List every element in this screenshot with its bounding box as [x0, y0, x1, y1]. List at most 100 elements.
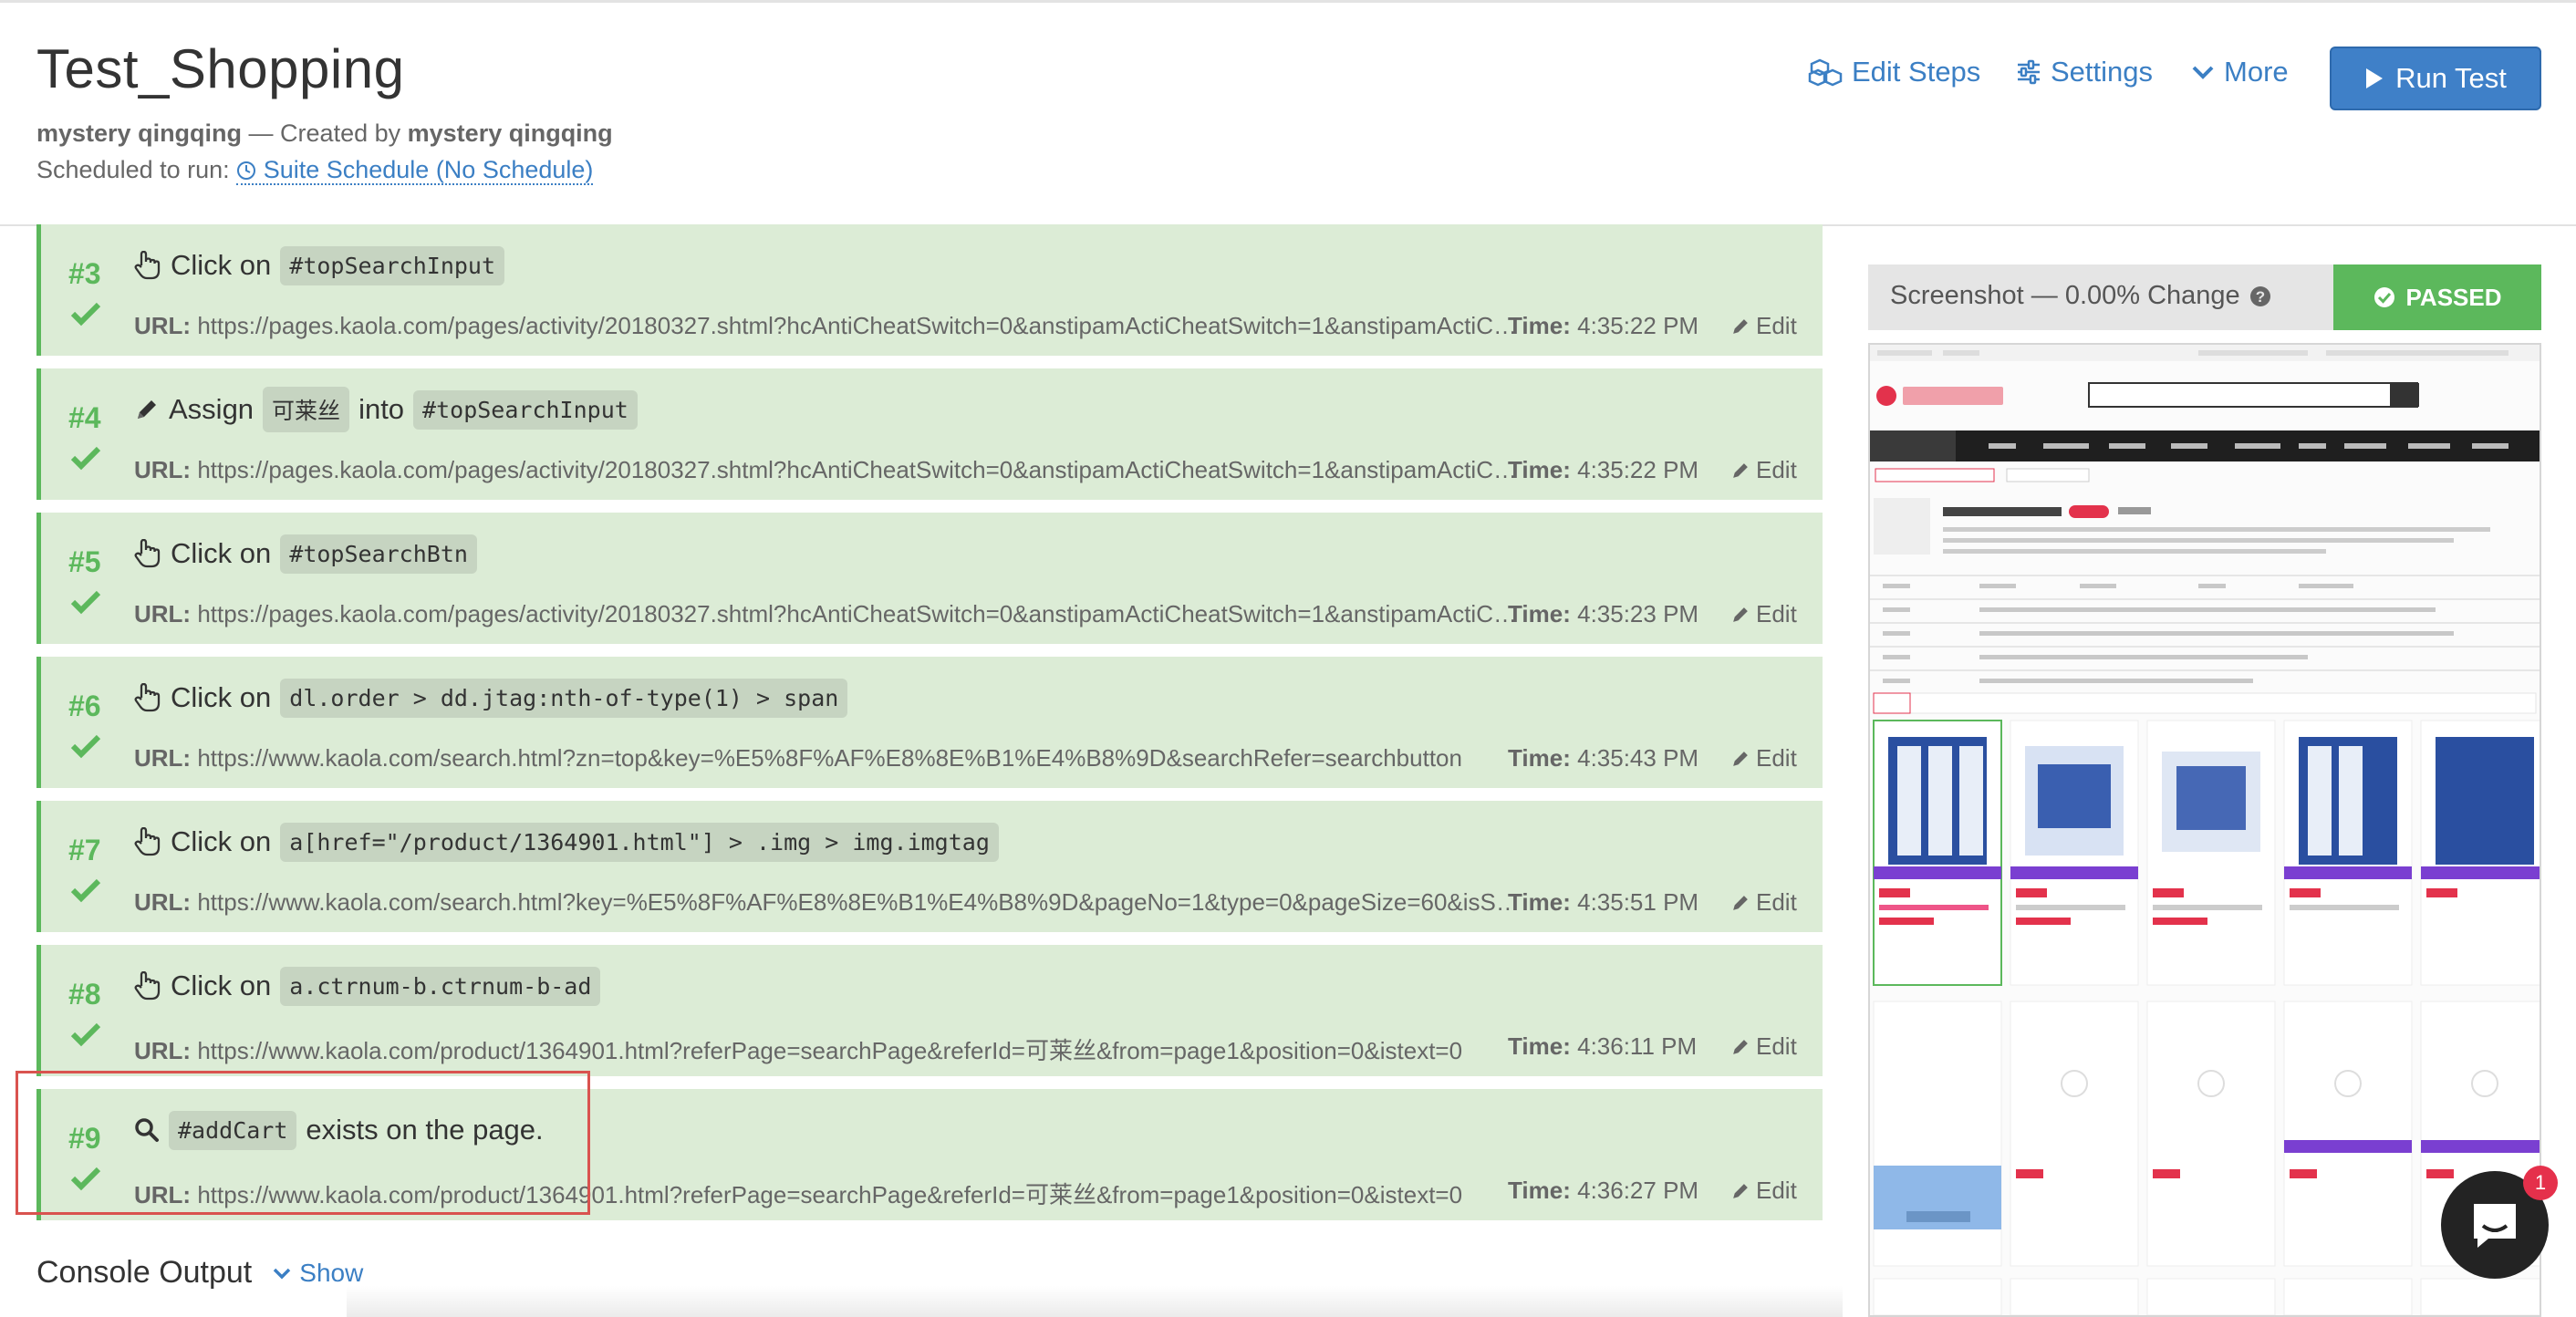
more-button[interactable]: More: [2191, 56, 2289, 88]
step-number: #8: [68, 978, 101, 1011]
step-time: Time: 4:35:43 PM: [1508, 744, 1698, 773]
step-time: Time: 4:35:51 PM: [1508, 888, 1698, 917]
check-icon: [70, 301, 101, 331]
schedule-info: Scheduled to run: Suite Schedule (No Sch…: [36, 156, 594, 185]
pointer-hand-icon: [134, 251, 161, 280]
url-value: https://pages.kaola.com/pages/activity/2…: [197, 312, 1521, 339]
step-row[interactable]: #4 Assign 可莱丝 into #topSearchInput URL: https…: [36, 368, 1823, 500]
console-show-label: Show: [299, 1258, 364, 1287]
settings-label: Settings: [2051, 56, 2154, 88]
step-row[interactable]: #5 Click on #topSearchBtn URL: https://page…: [36, 513, 1823, 644]
time-label: Time:: [1508, 888, 1571, 916]
step-description: Click on a.ctrnum-b.ctrnum-b-ad: [134, 963, 601, 1009]
step-time: Time: 4:35:22 PM: [1508, 312, 1698, 340]
pointer-hand-icon: [134, 539, 161, 568]
chevron-down-icon: [2192, 66, 2214, 79]
chevron-down-icon: [274, 1268, 291, 1279]
time-label: Time:: [1508, 1032, 1571, 1060]
time-value: 4:35:43 PM: [1577, 744, 1699, 772]
page-screenshot-thumbnail[interactable]: [1868, 343, 2541, 1317]
svg-text:?: ?: [2255, 288, 2264, 306]
step-row[interactable]: #7 Click on a[href="/product/1364901.html"…: [36, 801, 1823, 932]
settings-button[interactable]: Settings: [2016, 56, 2153, 88]
more-label: More: [2224, 56, 2289, 88]
bottom-fade: [347, 1286, 1843, 1317]
step-edit-link[interactable]: Edit: [1730, 600, 1797, 628]
step-description: Assign 可莱丝 into #topSearchInput: [134, 387, 638, 432]
edit-steps-label: Edit Steps: [1852, 56, 1981, 88]
screenshot-title: Screenshot — 0.00% Change ?: [1890, 281, 2271, 311]
check-icon: [70, 1021, 101, 1052]
time-value: 4:36:11 PM: [1577, 1032, 1698, 1060]
product-grid: [1873, 720, 2540, 1315]
step-edit-link[interactable]: Edit: [1730, 1177, 1797, 1205]
check-icon: [70, 445, 101, 475]
run-test-button[interactable]: Run Test: [2330, 47, 2541, 110]
cubes-icon: [1808, 58, 1843, 87]
step-row[interactable]: #3 Click on #topSearchInput URL: https://pa…: [36, 224, 1823, 356]
step-action: Click on: [171, 681, 272, 713]
pointer-hand-icon: [134, 971, 161, 1001]
edit-label: Edit: [1756, 888, 1797, 916]
url-label: URL:: [134, 312, 192, 339]
test-header: Test_Shopping mystery qingqing — Created…: [0, 3, 2576, 226]
time-value: 4:36:27 PM: [1577, 1177, 1699, 1204]
step-number: #4: [68, 401, 101, 434]
highlight-box: [16, 1071, 590, 1215]
pencil-icon: [1733, 895, 1748, 910]
url-value: https://pages.kaola.com/pages/activity/2…: [197, 600, 1521, 627]
step-row[interactable]: #8 Click on a.ctrnum-b.ctrnum-b-ad URL: htt…: [36, 945, 1823, 1076]
step-edit-link[interactable]: Edit: [1730, 744, 1797, 773]
step-description: Click on a[href="/product/1364901.html"] …: [134, 819, 999, 865]
pencil-icon: [1733, 751, 1748, 766]
step-edit-link[interactable]: Edit: [1730, 312, 1797, 340]
step-row[interactable]: #6 Click on dl.order > dd.jtag:nth-of-type…: [36, 657, 1823, 788]
pointer-hand-icon: [134, 683, 161, 712]
schedule-label: Scheduled to run:: [36, 156, 230, 183]
step-time: Time: 4:35:22 PM: [1508, 456, 1698, 484]
passed-badge: PASSED: [2333, 264, 2541, 330]
step-url: URL: https://www.kaola.com/product/13649…: [134, 1032, 1521, 1066]
step-time: Time: 4:36:11 PM: [1508, 1032, 1697, 1061]
step-url: URL: https://pages.kaola.com/pages/activ…: [134, 456, 1521, 484]
check-icon: [70, 589, 101, 619]
test-meta: mystery qingqing — Created by mystery qi…: [36, 119, 613, 148]
pencil-icon: [1733, 1039, 1748, 1054]
pointer-hand-icon: [134, 827, 161, 856]
page-title: Test_Shopping: [36, 38, 405, 99]
time-value: 4:35:22 PM: [1577, 456, 1699, 483]
step-edit-link[interactable]: Edit: [1730, 456, 1797, 484]
edit-label: Edit: [1756, 1032, 1797, 1060]
time-label: Time:: [1508, 600, 1571, 627]
step-action: Click on: [171, 970, 272, 1001]
edit-steps-button[interactable]: Edit Steps: [1808, 56, 1980, 88]
step-edit-link[interactable]: Edit: [1730, 888, 1797, 917]
schedule-link[interactable]: Suite Schedule (No Schedule): [236, 156, 594, 185]
sliders-icon: [2018, 59, 2040, 85]
screenshot-header: Screenshot — 0.00% Change ? PASSED: [1868, 264, 2541, 330]
url-label: URL:: [134, 888, 192, 916]
time-label: Time:: [1508, 744, 1571, 772]
step-description: Click on dl.order > dd.jtag:nth-of-type(1…: [134, 675, 848, 721]
run-test-label: Run Test: [2395, 62, 2507, 94]
screenshot-title-text: Screenshot — 0.00% Change: [1890, 281, 2240, 310]
step-time: Time: 4:36:27 PM: [1508, 1177, 1698, 1205]
question-circle-icon[interactable]: ?: [2249, 285, 2271, 307]
step-edit-link[interactable]: Edit: [1730, 1032, 1797, 1061]
url-value: https://www.kaola.com/search.html?key=%E…: [197, 888, 1521, 916]
time-label: Time:: [1508, 1177, 1571, 1204]
console-show-toggle[interactable]: Show: [272, 1259, 363, 1288]
url-label: URL:: [134, 1037, 192, 1064]
created-by-label: — Created by: [248, 119, 401, 147]
time-label: Time:: [1508, 456, 1571, 483]
creator-name: mystery qingqing: [407, 119, 613, 147]
step-connector: into: [358, 393, 405, 425]
check-circle-icon: [2373, 287, 2394, 307]
url-value: https://pages.kaola.com/pages/activity/2…: [197, 456, 1521, 483]
step-url: URL: https://pages.kaola.com/pages/activ…: [134, 600, 1521, 628]
step-number: #5: [68, 545, 101, 578]
pencil-icon: [1733, 607, 1748, 622]
console-output-header: Console Output Show: [36, 1255, 363, 1291]
step-number: #6: [68, 690, 101, 722]
url-label: URL:: [134, 744, 192, 772]
